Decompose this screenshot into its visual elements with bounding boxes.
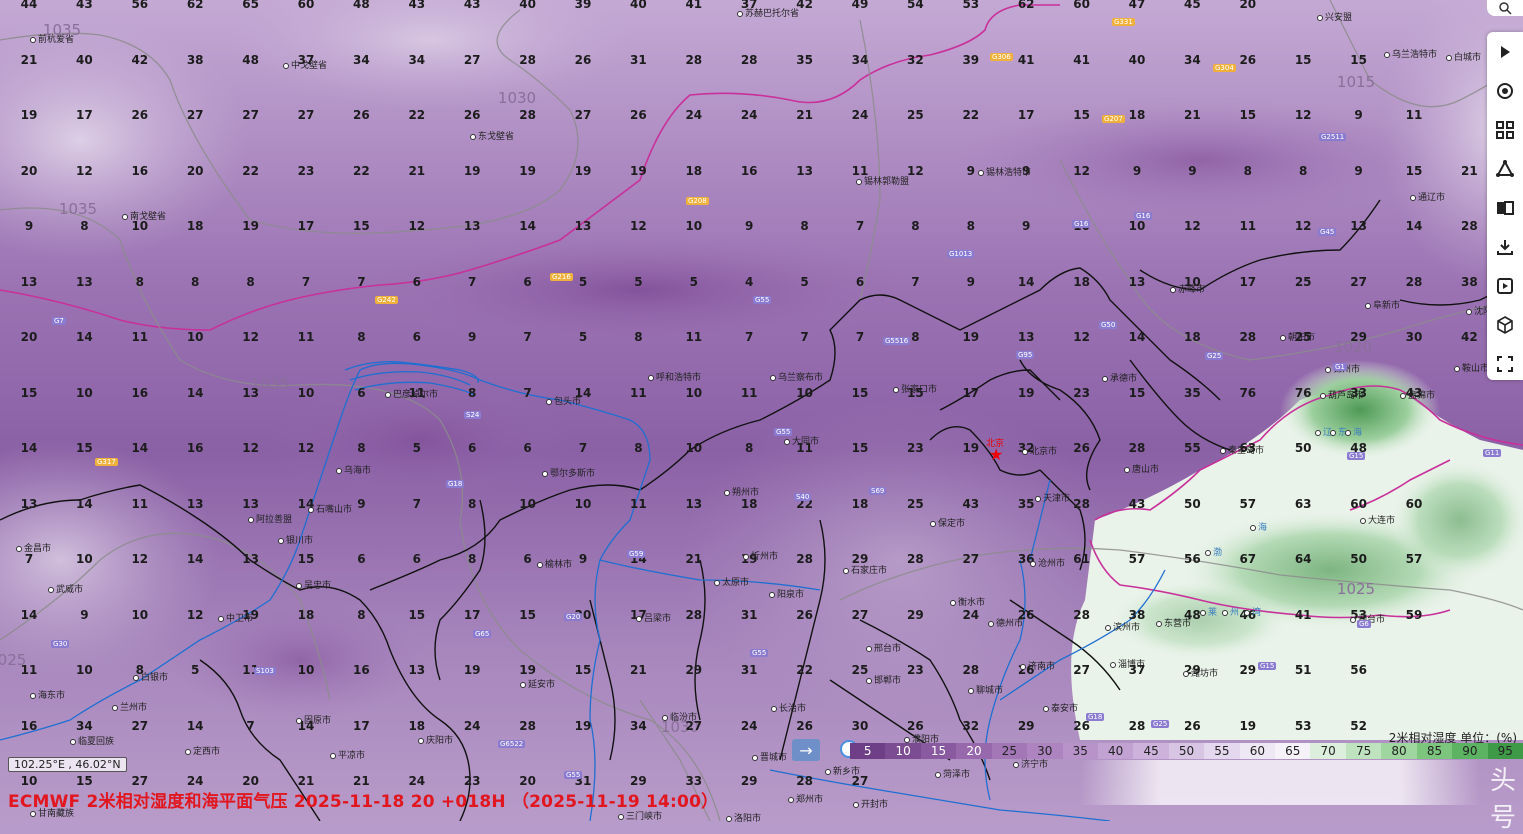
legend-tick: 55: [1204, 743, 1240, 759]
compare-button[interactable]: [1487, 188, 1523, 227]
legend-tick: 80: [1381, 743, 1417, 759]
legend-tick: 85: [1416, 743, 1453, 759]
map-canvas[interactable]: [0, 0, 1523, 821]
map-toolbar: [1487, 32, 1523, 380]
legend-tick: 65: [1275, 743, 1311, 759]
legend-tick: 70: [1310, 743, 1346, 759]
download-button[interactable]: [1487, 227, 1523, 266]
video-button[interactable]: [1487, 266, 1523, 305]
legend-tick: 45: [1133, 743, 1169, 759]
legend-tick: 90: [1452, 743, 1488, 759]
legend-tick: 25: [991, 743, 1028, 759]
layers-button[interactable]: [1487, 71, 1523, 110]
star-icon: ★: [989, 445, 1004, 464]
watermark: 头号: [1490, 766, 1517, 833]
humidity-legend: 2米相对湿度 单位：(%) 5 10 15 20 25 30 35 40 45 50 55 60 65 7…: [850, 729, 1523, 761]
cursor-coordinates: 102.25°E , 46.02°N: [8, 757, 127, 772]
legend-tick: 5: [850, 743, 886, 759]
next-step-button[interactable]: →: [792, 739, 820, 761]
search-button[interactable]: [1487, 0, 1523, 16]
arrow-right-icon: →: [799, 740, 813, 760]
legend-color-bar: 5 10 15 20 25 30 35 40 45 50 55 60 65 70 75 80 85 90 95: [850, 743, 1523, 759]
grid-icon: [1496, 120, 1514, 139]
cube-button[interactable]: [1487, 305, 1523, 344]
blurred-overlay: [1080, 760, 1480, 805]
legend-tick: 75: [1345, 743, 1382, 759]
compare-icon: [1497, 200, 1514, 215]
play-icon: [1501, 45, 1510, 58]
cube-icon: [1497, 315, 1513, 334]
legend-tick: 40: [1097, 743, 1134, 759]
layers-icon: [1497, 82, 1513, 99]
search-icon: [1499, 2, 1512, 15]
legend-tick: 10: [885, 743, 921, 759]
map-title: ECMWF 2米相对湿度和海平面气压 2025-11-18 20 +018H （…: [8, 792, 719, 812]
route-button[interactable]: [1487, 149, 1523, 188]
legend-tick: 35: [1062, 743, 1098, 759]
legend-tick: 30: [1027, 743, 1063, 759]
fullscreen-icon: [1497, 355, 1513, 372]
fullscreen-button[interactable]: [1487, 344, 1523, 383]
legend-tick: 20: [956, 743, 992, 759]
legend-tick: 95: [1487, 743, 1523, 759]
grid-button[interactable]: [1487, 110, 1523, 149]
route-icon: [1496, 159, 1514, 177]
download-icon: [1497, 239, 1513, 255]
legend-tick: 60: [1239, 743, 1276, 759]
video-icon: [1497, 277, 1513, 294]
legend-tick: 15: [920, 743, 957, 759]
legend-tick: 50: [1168, 743, 1205, 759]
collapse-button[interactable]: [1487, 32, 1523, 71]
